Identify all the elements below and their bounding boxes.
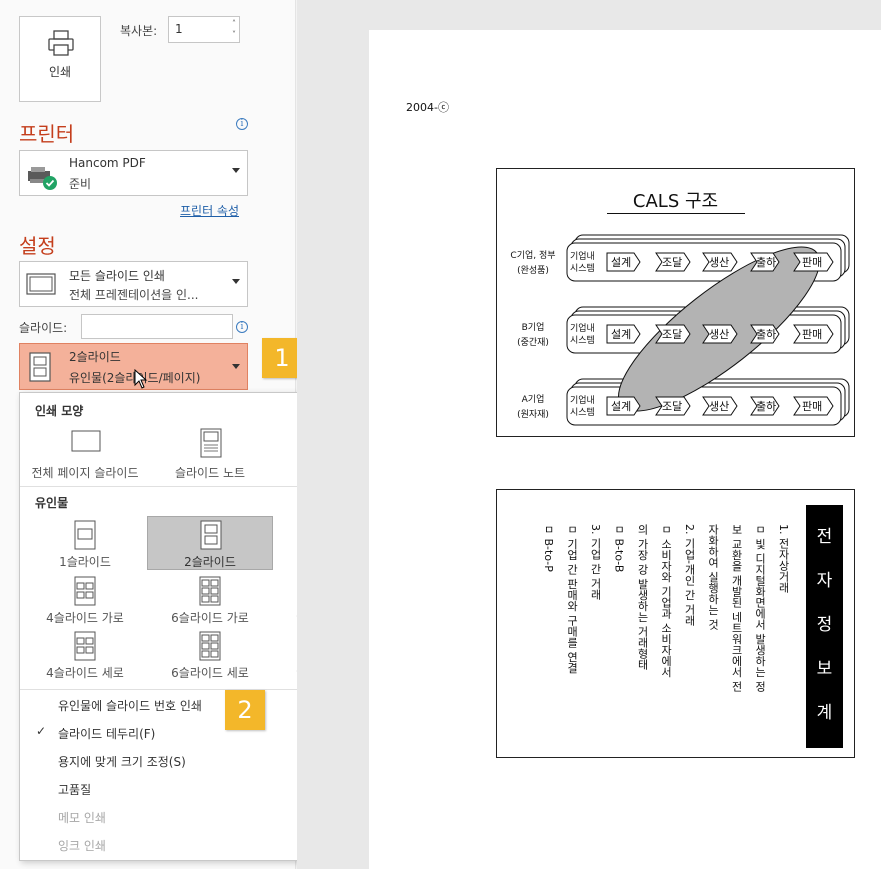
six-slides-icon [199, 576, 221, 606]
svg-text:생산: 생산 [709, 256, 729, 269]
handout-4-vertical[interactable]: 4슬라이드 세로 [22, 628, 148, 680]
chevron-down-icon [232, 279, 240, 284]
printer-properties-link[interactable]: 프린터 속성 [180, 202, 239, 219]
svg-text:설계: 설계 [611, 328, 631, 341]
svg-text:조달: 조달 [662, 256, 682, 269]
two-slides-icon [200, 520, 222, 550]
option-print-slide-numbers[interactable]: 유인물에 슬라이드 번호 인쇄 [58, 697, 202, 714]
settings-section-title: 설정 [19, 234, 56, 258]
four-slides-icon [74, 576, 96, 606]
svg-text:조달: 조달 [662, 328, 682, 341]
svg-text:시스템: 시스템 [570, 262, 595, 274]
svg-text:설계: 설계 [611, 400, 631, 413]
svg-text:출하: 출하 [756, 399, 776, 413]
copies-label: 복사본: [120, 24, 158, 38]
svg-text:판매: 판매 [802, 400, 822, 413]
svg-text:기업내: 기업내 [570, 323, 595, 334]
layout-title: 2슬라이드 [69, 350, 121, 364]
checkmark-icon: ✓ [36, 724, 47, 738]
layout-caption: 전체 페이지 슬라이드 [31, 466, 139, 480]
page-header: 2004-ⓒ [406, 101, 449, 114]
four-slides-icon [74, 631, 96, 661]
handout-caption: 1슬라이드 [59, 555, 111, 569]
all-slides-icon [26, 273, 56, 295]
handout-6-horizontal[interactable]: 6슬라이드 가로 [147, 573, 273, 625]
handout-caption: 4슬라이드 세로 [46, 666, 124, 680]
svg-text:판매: 판매 [802, 256, 822, 269]
handouts-heading: 유인물 [35, 496, 69, 510]
svg-text:출하: 출하 [756, 255, 776, 269]
cals-diagram: 기업내시스템 기업내시스템 기업내시스템 설계 조달 생산 출하 판매 설계 조달 생산 출하… [566, 234, 850, 426]
print-preview-area: 2004-ⓒ CALS 구조 C기업, 정부 (완성품) B기업 (중간재) A기업… [297, 0, 881, 869]
preview-page: 2004-ⓒ CALS 구조 C기업, 정부 (완성품) B기업 (중간재) A기업… [369, 30, 881, 869]
printer-device-icon [28, 167, 57, 190]
svg-text:판매: 판매 [802, 328, 822, 341]
printer-name: Hancom PDF [69, 156, 146, 170]
slide-2-body-text: 1. 전자상거래 ㅁ 빛 디지털화면에서 발생하는 정 보 교환을 개발된 네트… [542, 524, 790, 692]
svg-text:생산: 생산 [709, 328, 729, 341]
handout-2-slides-selected[interactable]: 2슬라이드 [147, 516, 273, 570]
chevron-down-icon [232, 168, 240, 173]
slide-2-thumbnail: 전 자 정 보 계 1. 전자상거래 ㅁ 빛 디지털화면에서 발생하는 정 보 … [496, 489, 855, 758]
stepper-arrows-icon[interactable]: ˄ ˅ [232, 18, 236, 40]
printer-info-icon[interactable]: i [236, 118, 248, 130]
print-range-dropdown[interactable]: 모든 슬라이드 인쇄 전체 프레젠테이션을 인... [19, 261, 248, 307]
option-high-quality[interactable]: 고품질 [58, 781, 91, 798]
print-layout-heading: 인쇄 모양 [35, 404, 84, 418]
full-page-slide-icon [71, 430, 101, 452]
svg-text:시스템: 시스템 [570, 334, 595, 346]
layout-full-page[interactable]: 전체 페이지 슬라이드 [25, 428, 145, 480]
callout-badge-2: 2 [225, 690, 265, 730]
copies-stepper[interactable]: 1 ˄ ˅ [168, 16, 240, 43]
print-button[interactable]: 인쇄 [19, 16, 101, 102]
printer-icon [48, 30, 74, 56]
option-scale-to-fit[interactable]: 용지에 맞게 크기 조정(S) [58, 753, 186, 770]
handout-caption: 2슬라이드 [184, 555, 236, 569]
print-range-subtitle: 전체 프레젠테이션을 인... [69, 288, 199, 302]
handout-1-slide[interactable]: 1슬라이드 [22, 517, 148, 569]
notes-page-icon [200, 428, 222, 458]
svg-text:기업내: 기업내 [570, 251, 595, 262]
printer-section-title: 프린터 [19, 122, 75, 146]
copies-value: 1 [175, 22, 183, 36]
one-slide-icon [74, 520, 96, 550]
six-slides-icon [199, 631, 221, 661]
printer-dropdown[interactable]: Hancom PDF 준비 [19, 150, 248, 196]
svg-text:시스템: 시스템 [570, 406, 595, 418]
slides-input[interactable] [81, 314, 233, 339]
print-button-label: 인쇄 [48, 65, 72, 79]
slide-1-thumbnail: CALS 구조 C기업, 정부 (완성품) B기업 (중간재) A기업 (원자재) [496, 168, 855, 437]
slides-info-icon[interactable]: i [236, 321, 248, 333]
slides-label: 슬라이드: [19, 321, 68, 335]
slide-2-title-bar: 전 자 정 보 계 [806, 505, 843, 748]
print-range-title: 모든 슬라이드 인쇄 [69, 269, 165, 283]
svg-text:기업내: 기업내 [570, 395, 595, 406]
option-print-ink: 잉크 인쇄 [58, 839, 106, 853]
handout-caption: 6슬라이드 가로 [171, 611, 249, 625]
handout-caption: 6슬라이드 세로 [171, 666, 249, 680]
svg-text:조달: 조달 [662, 400, 682, 413]
svg-text:출하: 출하 [756, 327, 776, 341]
mouse-cursor-icon [134, 369, 148, 389]
chevron-down-icon [232, 364, 240, 369]
option-print-comments: 메모 인쇄 [58, 811, 106, 825]
layout-notes[interactable]: 슬라이드 노트 [150, 428, 270, 480]
layout-caption: 슬라이드 노트 [174, 466, 246, 480]
svg-text:설계: 설계 [611, 256, 631, 269]
svg-text:생산: 생산 [709, 400, 729, 413]
handout-4-horizontal[interactable]: 4슬라이드 가로 [22, 573, 148, 625]
handout-caption: 4슬라이드 가로 [46, 611, 124, 625]
callout-badge-1: 1 [262, 338, 302, 378]
printer-status: 준비 [69, 177, 92, 191]
option-frame-slides[interactable]: 슬라이드 테두리(F) [58, 725, 155, 742]
handout-6-vertical[interactable]: 6슬라이드 세로 [147, 628, 273, 680]
two-slides-icon [29, 352, 51, 382]
